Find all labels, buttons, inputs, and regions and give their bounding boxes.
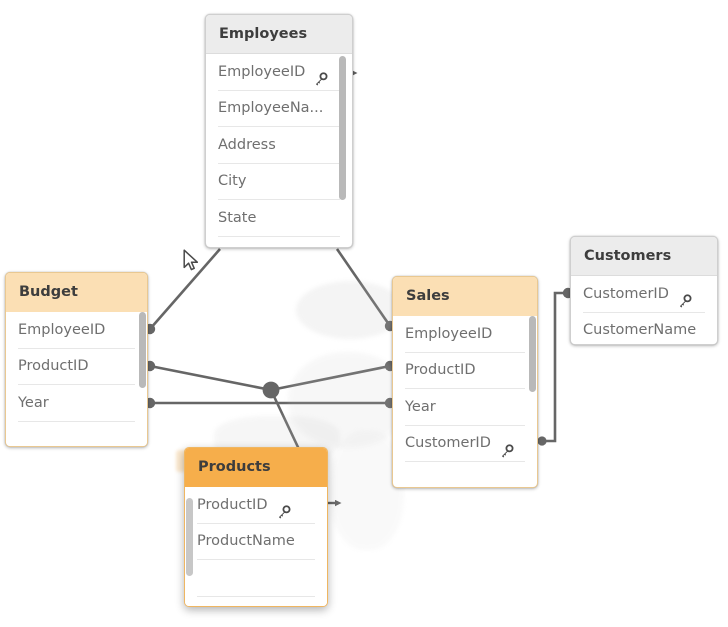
table-card-products[interactable]: Products ProductID ProductName — [184, 447, 328, 607]
link-employees-sales — [335, 248, 396, 332]
table-title-products: Products — [185, 448, 327, 487]
field-label: Year — [405, 398, 436, 415]
link-budget-sales-year — [144, 397, 396, 409]
scrollbar-employees[interactable] — [339, 56, 346, 200]
field-label: EmployeeNa... — [218, 100, 324, 116]
table-title-budget: Budget — [6, 273, 147, 312]
field-row[interactable]: EmployeeNa... — [218, 91, 340, 127]
field-row[interactable]: EmployeeID — [18, 312, 135, 349]
field-row-empty — [197, 597, 315, 607]
field-label: CustomerID — [583, 285, 669, 302]
primary-key-icon — [499, 437, 514, 458]
scrollbar-products[interactable] — [186, 498, 193, 576]
field-row[interactable]: Address — [218, 127, 340, 164]
field-label: CustomerName — [583, 322, 697, 338]
drag-ghost-smudge-b — [288, 352, 408, 448]
field-label: EmployeeID — [218, 63, 306, 80]
table-fields-employees: EmployeeID EmployeeNa... Address City St… — [206, 54, 352, 237]
field-row[interactable]: ProductID — [18, 349, 135, 385]
table-fields-products: ProductID ProductName — [185, 487, 327, 607]
field-row[interactable]: Year — [405, 389, 525, 426]
primary-key-icon — [677, 287, 692, 308]
field-label: ProductID — [405, 362, 476, 378]
data-model-canvas[interactable]: ProductName Employees EmployeeID Employe… — [0, 0, 728, 627]
field-row[interactable]: ProductID — [405, 353, 525, 389]
field-label: EmployeeID — [18, 321, 106, 338]
table-card-sales[interactable]: Sales EmployeeID ProductID Year Customer… — [392, 276, 538, 488]
field-label: Year — [18, 394, 49, 411]
table-fields-sales: EmployeeID ProductID Year CustomerID — [393, 316, 537, 462]
field-row[interactable]: City — [218, 164, 340, 200]
field-row[interactable]: EmployeeID — [218, 54, 340, 91]
field-row[interactable]: Year — [18, 385, 135, 422]
table-fields-customers: CustomerID CustomerName — [571, 276, 717, 345]
field-row[interactable]: CustomerName — [583, 313, 705, 345]
field-row[interactable]: State — [218, 200, 340, 237]
field-label: ProductName — [197, 533, 295, 549]
primary-key-icon — [313, 65, 328, 86]
link-sales-customers — [537, 287, 574, 446]
field-row[interactable]: CustomerID — [583, 276, 705, 313]
table-title-employees: Employees — [206, 15, 352, 54]
table-card-customers[interactable]: Customers CustomerID CustomerName — [570, 236, 718, 345]
field-row[interactable]: ProductName — [197, 524, 315, 560]
table-fields-budget: EmployeeID ProductID Year — [6, 312, 147, 447]
drag-ghost-smudge-a — [296, 281, 404, 339]
table-title-customers: Customers — [571, 237, 717, 276]
field-row[interactable]: CustomerID — [405, 426, 525, 462]
field-label: CustomerID — [405, 435, 491, 451]
table-title-sales: Sales — [393, 277, 537, 316]
field-label: City — [218, 173, 247, 189]
scrollbar-budget[interactable] — [139, 312, 146, 388]
link-employees-budget — [144, 248, 221, 335]
table-card-budget[interactable]: Budget EmployeeID ProductID Year — [5, 272, 148, 447]
field-label: ProductID — [197, 496, 268, 513]
primary-key-icon — [276, 498, 291, 519]
field-row[interactable]: ProductID — [197, 487, 315, 524]
field-row-empty — [18, 422, 135, 447]
field-label: EmployeeID — [405, 325, 493, 342]
field-row[interactable]: EmployeeID — [405, 316, 525, 353]
field-row-empty — [197, 560, 315, 597]
scrollbar-sales[interactable] — [529, 316, 536, 392]
field-label: ProductID — [18, 358, 89, 374]
field-label: Address — [218, 136, 276, 153]
field-label: State — [218, 209, 257, 226]
table-card-employees[interactable]: Employees EmployeeID EmployeeNa... Addre… — [205, 14, 353, 248]
mouse-cursor-arrow-icon — [183, 249, 200, 273]
